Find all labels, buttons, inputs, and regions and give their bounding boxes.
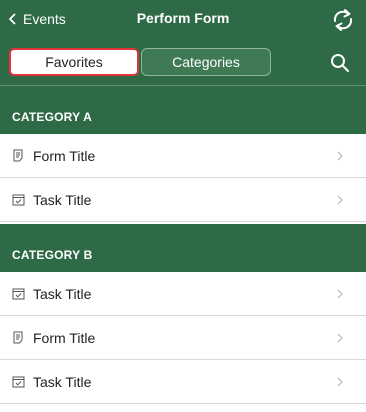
search-icon[interactable] (330, 53, 350, 73)
list-item-label: Form Title (33, 330, 96, 346)
list-item-label: Task Title (33, 374, 92, 390)
chevron-right-icon (337, 195, 343, 205)
form-icon (13, 331, 23, 344)
list-item-label: Task Title (33, 192, 92, 208)
list-item[interactable]: Task Title (0, 272, 366, 316)
refresh-icon[interactable] (330, 7, 356, 33)
section-title: CATEGORY A (12, 110, 93, 124)
task-icon (12, 194, 25, 206)
chevron-right-icon (337, 333, 343, 343)
list-item[interactable]: Form Title (0, 134, 366, 178)
list-item-label: Task Title (33, 286, 92, 302)
section-header-category-a: CATEGORY A (0, 86, 366, 134)
form-icon (13, 149, 23, 162)
page-title: Perform Form (136, 10, 230, 26)
chevron-right-icon (337, 377, 343, 387)
app-header: Events Perform Form Favorites Categories (0, 0, 366, 86)
nav-bar: Events Perform Form (0, 0, 366, 40)
task-icon (12, 288, 25, 300)
chevron-right-icon (337, 289, 343, 299)
chevron-right-icon (337, 151, 343, 161)
section-title: CATEGORY B (12, 248, 93, 262)
favorites-tab[interactable]: Favorites (9, 48, 139, 76)
list-item-label: Form Title (33, 148, 96, 164)
list-item[interactable]: Form Title (0, 316, 366, 360)
task-icon (12, 376, 25, 388)
list-item[interactable]: Task Title (0, 360, 366, 404)
categories-tab[interactable]: Categories (141, 48, 271, 76)
section-header-category-b: CATEGORY B (0, 224, 366, 272)
list-item[interactable]: Task Title (0, 178, 366, 222)
segmented-control: Favorites Categories (9, 48, 271, 76)
